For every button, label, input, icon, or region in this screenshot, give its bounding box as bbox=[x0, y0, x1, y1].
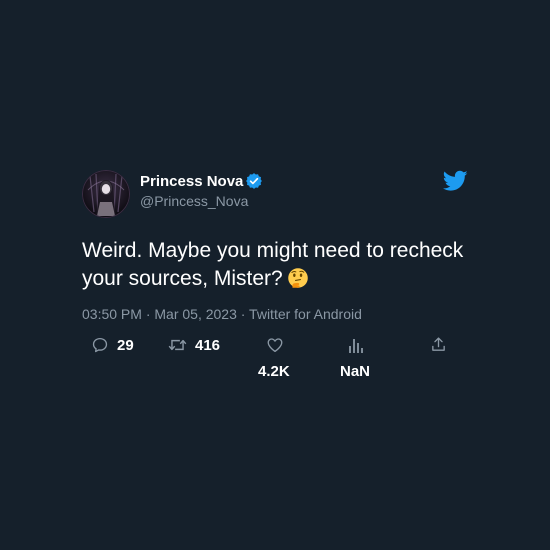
like-count: 4.2K bbox=[258, 363, 290, 380]
heart-icon bbox=[267, 338, 283, 353]
tweet-text: Weird. Maybe you might need to recheck y… bbox=[82, 237, 502, 293]
tweet-metadata: 03:50 PM · Mar 05, 2023 · Twitter for An… bbox=[82, 306, 362, 322]
share-button[interactable] bbox=[430, 336, 447, 353]
verified-badge-icon bbox=[246, 173, 262, 189]
views-button[interactable] bbox=[348, 337, 364, 354]
share-icon bbox=[432, 337, 445, 351]
retweet-icon bbox=[168, 339, 187, 351]
thinking-face-icon bbox=[287, 268, 308, 288]
tweet-card: Princess Nova @Princess_Nova Weird. Mayb… bbox=[0, 0, 550, 550]
retweet-count: 416 bbox=[195, 336, 221, 354]
like-button[interactable] bbox=[266, 336, 284, 354]
tweet-body: Weird. Maybe you might need to recheck y… bbox=[82, 239, 464, 290]
display-name[interactable]: Princess Nova bbox=[140, 173, 243, 190]
views-count: NaN bbox=[340, 363, 371, 380]
avatar-icon bbox=[82, 170, 130, 218]
analytics-icon bbox=[349, 339, 363, 353]
avatar[interactable] bbox=[82, 170, 130, 218]
reply-button[interactable]: 29 bbox=[91, 336, 134, 354]
reply-icon bbox=[92, 337, 108, 353]
reply-count: 29 bbox=[117, 336, 134, 354]
handle[interactable]: @Princess_Nova bbox=[140, 193, 248, 209]
twitter-bird-icon[interactable] bbox=[443, 170, 468, 192]
retweet-button[interactable]: 416 bbox=[168, 336, 220, 354]
